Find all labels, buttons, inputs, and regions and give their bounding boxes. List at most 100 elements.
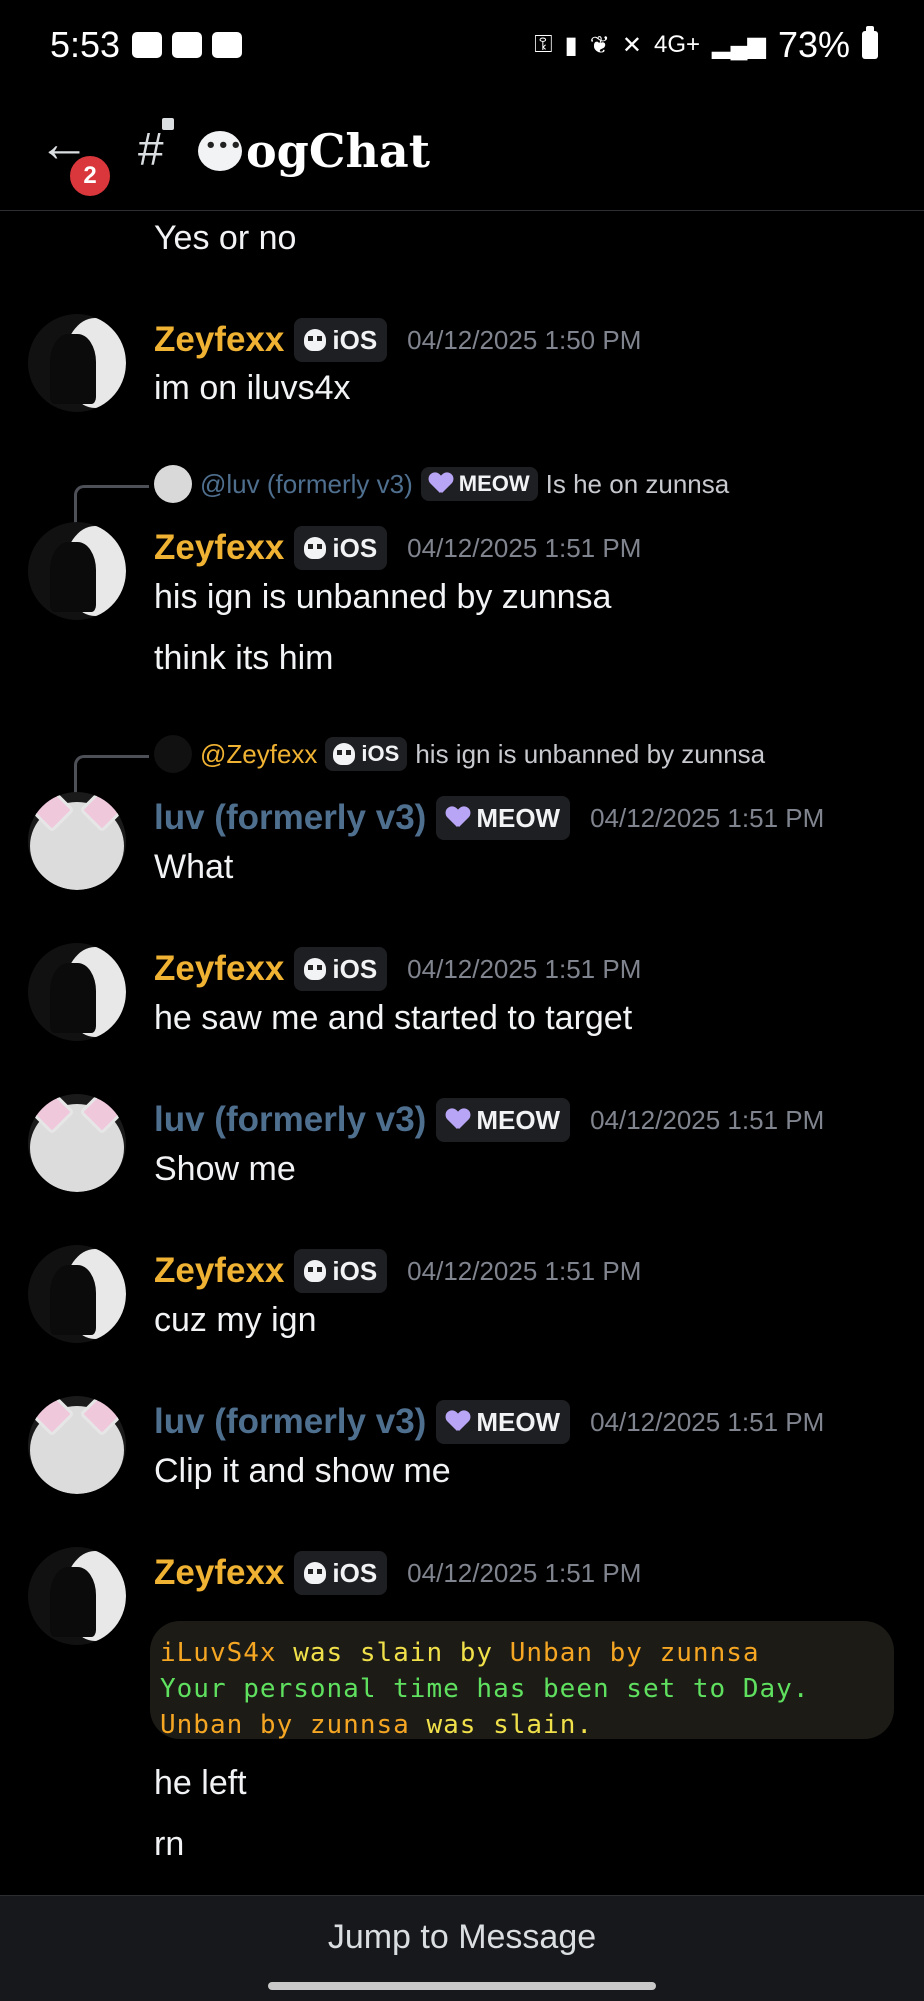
gallery-icon [132, 32, 162, 58]
message-header: luv (formerly v3) MEOW 04/12/2025 1:51 P… [154, 794, 824, 842]
status-bar: 5:53 ⚿ ▮ ❦ ✕ 4G+ ▂▄▆ 73% [0, 0, 924, 96]
game-log-line: iLuvS4x was slain by Unban by zunnsa [160, 1638, 760, 1668]
battery-percent: 73% [777, 24, 850, 65]
channel-title[interactable]: ogChat [198, 124, 430, 178]
key-icon: ⚿ [534, 31, 553, 58]
back-button[interactable]: ← 2 [38, 118, 114, 200]
message-feed[interactable]: Yes or no Zeyfexx iOS 04/12/2025 1:50 PM… [0, 211, 924, 1895]
game-log-line: Your personal time has been set to Day. [160, 1674, 810, 1704]
heart-icon [446, 1109, 470, 1131]
skull-icon [304, 1562, 327, 1584]
user-tag: iOS [325, 737, 408, 771]
reply-connector [74, 755, 149, 798]
home-indicator[interactable] [268, 1982, 656, 1990]
status-system-icons: ⚿ ▮ ❦ ✕ 4G+ ▂▄▆ 73% [534, 24, 878, 66]
message-text[interactable]: Yes or no [154, 219, 296, 258]
username[interactable]: luv (formerly v3) [154, 1100, 426, 1140]
status-time: 5:53 [50, 24, 121, 65]
skull-icon [304, 537, 327, 559]
avatar[interactable] [28, 943, 126, 1041]
user-tag[interactable]: MEOW [436, 796, 571, 840]
skull-icon [333, 743, 356, 765]
username[interactable]: Zeyfexx [154, 1251, 284, 1291]
user-tag[interactable]: iOS [294, 526, 388, 570]
timestamp: 04/12/2025 1:50 PM [407, 324, 642, 355]
message-text[interactable]: im on iluvs4x [154, 369, 351, 408]
username[interactable]: luv (formerly v3) [154, 1402, 426, 1442]
username[interactable]: Zeyfexx [154, 320, 284, 360]
timestamp: 04/12/2025 1:51 PM [590, 1104, 825, 1135]
message-text[interactable]: he left [154, 1764, 247, 1803]
skull-icon [304, 958, 327, 980]
timestamp: 04/12/2025 1:51 PM [407, 1557, 642, 1588]
user-tag[interactable]: MEOW [436, 1098, 571, 1142]
avatar [154, 465, 192, 503]
message-header: Zeyfexx iOS 04/12/2025 1:51 PM [154, 524, 641, 572]
avatar[interactable] [28, 1245, 126, 1343]
avatar[interactable] [28, 1396, 126, 1494]
timestamp: 04/12/2025 1:51 PM [407, 532, 642, 563]
game-controller-icon [172, 32, 202, 58]
message-header: Zeyfexx iOS 04/12/2025 1:51 PM [154, 945, 641, 993]
message-text[interactable]: cuz my ign [154, 1301, 317, 1340]
message-header: Zeyfexx iOS 04/12/2025 1:50 PM [154, 316, 641, 364]
reply-mention[interactable]: @luv (formerly v3) [200, 469, 413, 500]
avatar[interactable] [28, 1094, 126, 1192]
skull-icon [304, 329, 327, 351]
bottom-bar: Jump to Message [0, 1895, 924, 2001]
reply-text: Is he on zunnsa [545, 468, 730, 499]
timestamp: 04/12/2025 1:51 PM [407, 1255, 642, 1286]
battery-saver-icon: ▮ [564, 31, 578, 59]
avatar[interactable] [28, 522, 126, 620]
username[interactable]: luv (formerly v3) [154, 798, 426, 838]
message-text[interactable]: rn [154, 1825, 184, 1864]
message-text[interactable]: Clip it and show me [154, 1452, 451, 1491]
username[interactable]: Zeyfexx [154, 1553, 284, 1593]
message-text[interactable]: he saw me and started to target [154, 999, 632, 1038]
timestamp: 04/12/2025 1:51 PM [590, 802, 825, 833]
message-text[interactable]: What [154, 848, 233, 887]
reply-connector [74, 485, 149, 528]
user-tag: MEOW [420, 467, 538, 501]
battery-icon [862, 26, 878, 59]
user-tag[interactable]: iOS [294, 1551, 388, 1595]
channel-name: ogChat [246, 124, 430, 178]
message-header: Zeyfexx iOS 04/12/2025 1:51 PM [154, 1247, 641, 1295]
avatar [154, 735, 192, 773]
heart-icon [446, 1411, 470, 1433]
username[interactable]: Zeyfexx [154, 528, 284, 568]
channel-hash-icon: # [138, 123, 164, 175]
signal-icon: ▂▄▆ [712, 31, 766, 59]
user-tag[interactable]: iOS [294, 1249, 388, 1293]
game-log-line: Unban by zunnsa was slain. [160, 1710, 593, 1740]
heart-icon [429, 473, 453, 495]
jump-to-message-button[interactable]: Jump to Message [0, 1918, 924, 1957]
lock-icon [162, 118, 174, 130]
message-header: Zeyfexx iOS 04/12/2025 1:51 PM [154, 1549, 641, 1597]
reply-mention[interactable]: @Zeyfexx [200, 739, 317, 770]
unread-badge: 2 [66, 152, 114, 200]
network-type: 4G+ [653, 31, 701, 58]
username[interactable]: Zeyfexx [154, 949, 284, 989]
channel-header: ← 2 # ogChat [0, 96, 924, 211]
message-text[interactable]: think its him [154, 639, 334, 678]
message-header: luv (formerly v3) MEOW 04/12/2025 1:51 P… [154, 1398, 824, 1446]
timestamp: 04/12/2025 1:51 PM [590, 1406, 825, 1437]
speech-bubble-icon [198, 131, 243, 171]
avatar[interactable] [28, 792, 126, 890]
heart-icon [446, 807, 470, 829]
youtube-icon [212, 32, 242, 58]
status-notification-icons [132, 32, 242, 58]
game-log-image[interactable]: iLuvS4x was slain by Unban by zunnsa You… [150, 1621, 894, 1740]
user-tag[interactable]: iOS [294, 318, 388, 362]
reply-text: his ign is unbanned by zunnsa [415, 738, 766, 769]
avatar[interactable] [28, 314, 126, 412]
user-tag[interactable]: MEOW [436, 1400, 571, 1444]
user-tag[interactable]: iOS [294, 947, 388, 991]
message-text[interactable]: his ign is unbanned by zunnsa [154, 578, 611, 617]
timestamp: 04/12/2025 1:51 PM [407, 953, 642, 984]
leaf-icon: ❦ [589, 31, 610, 59]
message-text[interactable]: Show me [154, 1150, 296, 1189]
message-header: luv (formerly v3) MEOW 04/12/2025 1:51 P… [154, 1096, 824, 1144]
avatar[interactable] [28, 1547, 126, 1645]
